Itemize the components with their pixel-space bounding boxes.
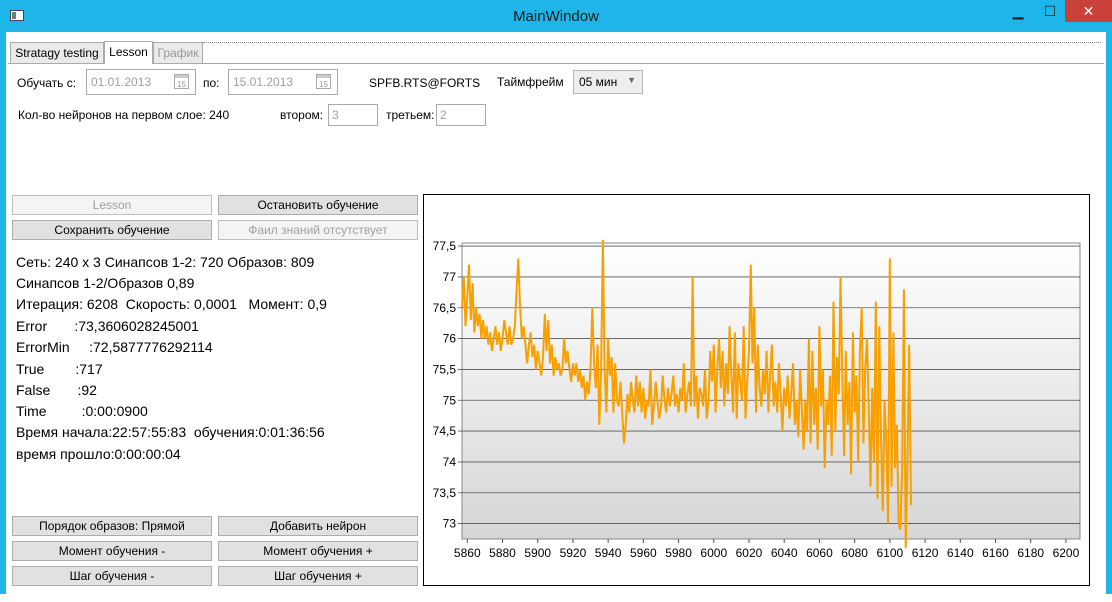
y-tick-label: 73,5	[433, 486, 457, 500]
maximize-button[interactable]: ☐	[1035, 0, 1065, 22]
info-elapsed: время прошло:0:00:00:04	[16, 446, 181, 462]
info-false: False :92	[16, 382, 97, 398]
calendar-icon[interactable]: 15	[174, 74, 189, 89]
info-network: Сеть: 240 x 3 Синапсов 1-2: 720 Образов:…	[16, 254, 315, 270]
second-layer-label: втором:	[280, 108, 324, 122]
x-tick-label: 6060	[806, 546, 833, 560]
step-plus-button[interactable]: Шаг обучения +	[218, 566, 418, 586]
save-training-button[interactable]: Сохранить обучение	[12, 220, 212, 240]
x-tick-label: 5860	[454, 546, 481, 560]
error-chart-svg: 77,5 77 76,5 76 75,5 75 74,5 74 73,5 73 5860 5880 59…	[433, 239, 1081, 560]
to-label: по:	[203, 76, 220, 90]
close-button[interactable]: ✕	[1065, 0, 1112, 22]
info-time: Time :0:00:0900	[16, 403, 148, 419]
x-tick-label: 6020	[736, 546, 763, 560]
calendar-icon[interactable]: 15	[316, 74, 331, 89]
x-tick-label: 5980	[665, 546, 692, 560]
lesson-button[interactable]: Lesson	[12, 195, 212, 215]
x-tick-label: 6120	[912, 546, 939, 560]
x-tick-label: 5920	[560, 546, 587, 560]
date-from-picker[interactable]: 01.01.2013 15	[86, 69, 196, 95]
x-tick-label: 5880	[489, 546, 516, 560]
x-tick-label: 6160	[982, 546, 1009, 560]
y-tick-label: 74	[443, 455, 457, 469]
moment-minus-button[interactable]: Момент обучения -	[12, 541, 212, 561]
info-start-time: Время начала:22:57:55:83 обучения:0:01:3…	[16, 424, 325, 440]
info-error-min: ErrorMin :72,5877776292114	[16, 339, 213, 355]
y-tick-label: 73	[443, 517, 457, 531]
y-tick-label: 75	[443, 393, 457, 407]
error-chart: 77,5 77 76,5 76 75,5 75 74,5 74 73,5 73 5860 5880 59…	[423, 194, 1090, 586]
timeframe-label: Таймфрейм	[497, 75, 564, 89]
x-tick-label: 6040	[771, 546, 798, 560]
train-from-label: Обучать с:	[17, 76, 77, 90]
sample-order-button[interactable]: Порядок образов: Прямой	[12, 516, 212, 536]
x-tick-label: 5900	[524, 546, 551, 560]
third-layer-input[interactable]: 2	[436, 104, 486, 126]
date-to-value: 15.01.2013	[233, 75, 294, 89]
chevron-down-icon: ▼	[627, 75, 636, 85]
info-synapses-ratio: Синапсов 1-2/Образов 0,89	[16, 275, 195, 291]
y-tick-label: 75,5	[433, 362, 457, 376]
moment-plus-button[interactable]: Момент обучения +	[218, 541, 418, 561]
x-tick-label: 5960	[630, 546, 657, 560]
x-tick-label: 6000	[700, 546, 727, 560]
stop-training-button[interactable]: Остановить обучение	[218, 195, 418, 215]
date-from-value: 01.01.2013	[91, 75, 152, 89]
minimize-button[interactable]: ▁	[1001, 0, 1035, 22]
third-layer-label: третьем:	[386, 108, 435, 122]
x-tick-label: 6100	[876, 546, 903, 560]
x-tick-label: 6180	[1017, 546, 1044, 560]
x-tick-label: 6140	[947, 546, 974, 560]
neurons-first-layer-label: Кол-во нейронов на первом слое: 240	[18, 108, 230, 122]
info-true: True :717	[16, 361, 103, 377]
y-tick-label: 76,5	[433, 301, 457, 315]
tab-chart[interactable]: График	[153, 42, 203, 63]
x-tick-label: 6080	[841, 546, 868, 560]
tab-lesson[interactable]: Lesson	[104, 41, 153, 64]
tab-focus-outline	[203, 42, 1101, 43]
y-tick-label: 77	[443, 270, 457, 284]
step-minus-button[interactable]: Шаг обучения -	[12, 566, 212, 586]
plot-area	[461, 242, 1081, 540]
timeframe-select[interactable]: 05 мин ▼	[573, 70, 643, 94]
x-tick-label: 6200	[1053, 546, 1080, 560]
add-neuron-button[interactable]: Добавить нейрон	[218, 516, 418, 536]
y-tick-label: 74,5	[433, 424, 457, 438]
info-iteration: Итерация: 6208 Скорость: 0,0001 Момент: …	[16, 296, 327, 312]
window-bottom-edge	[0, 594, 1112, 602]
window-title: MainWindow	[513, 8, 599, 25]
y-tick-label: 76	[443, 332, 457, 346]
x-tick-label: 5940	[595, 546, 622, 560]
y-tick-label: 77,5	[433, 239, 457, 253]
tab-strip-divider	[8, 63, 1104, 64]
date-to-picker[interactable]: 15.01.2013 15	[228, 69, 338, 95]
tab-strategy-testing[interactable]: Stratagy testing	[10, 42, 104, 63]
info-error: Error :73,3606028245001	[16, 318, 199, 334]
timeframe-value: 05 мин	[579, 75, 618, 89]
instrument-label: SPFB.RTS@FORTS	[369, 76, 481, 90]
second-layer-input[interactable]: 3	[328, 104, 378, 126]
knowledge-file-missing-button[interactable]: Фаил знаний отсутствует	[218, 220, 418, 240]
